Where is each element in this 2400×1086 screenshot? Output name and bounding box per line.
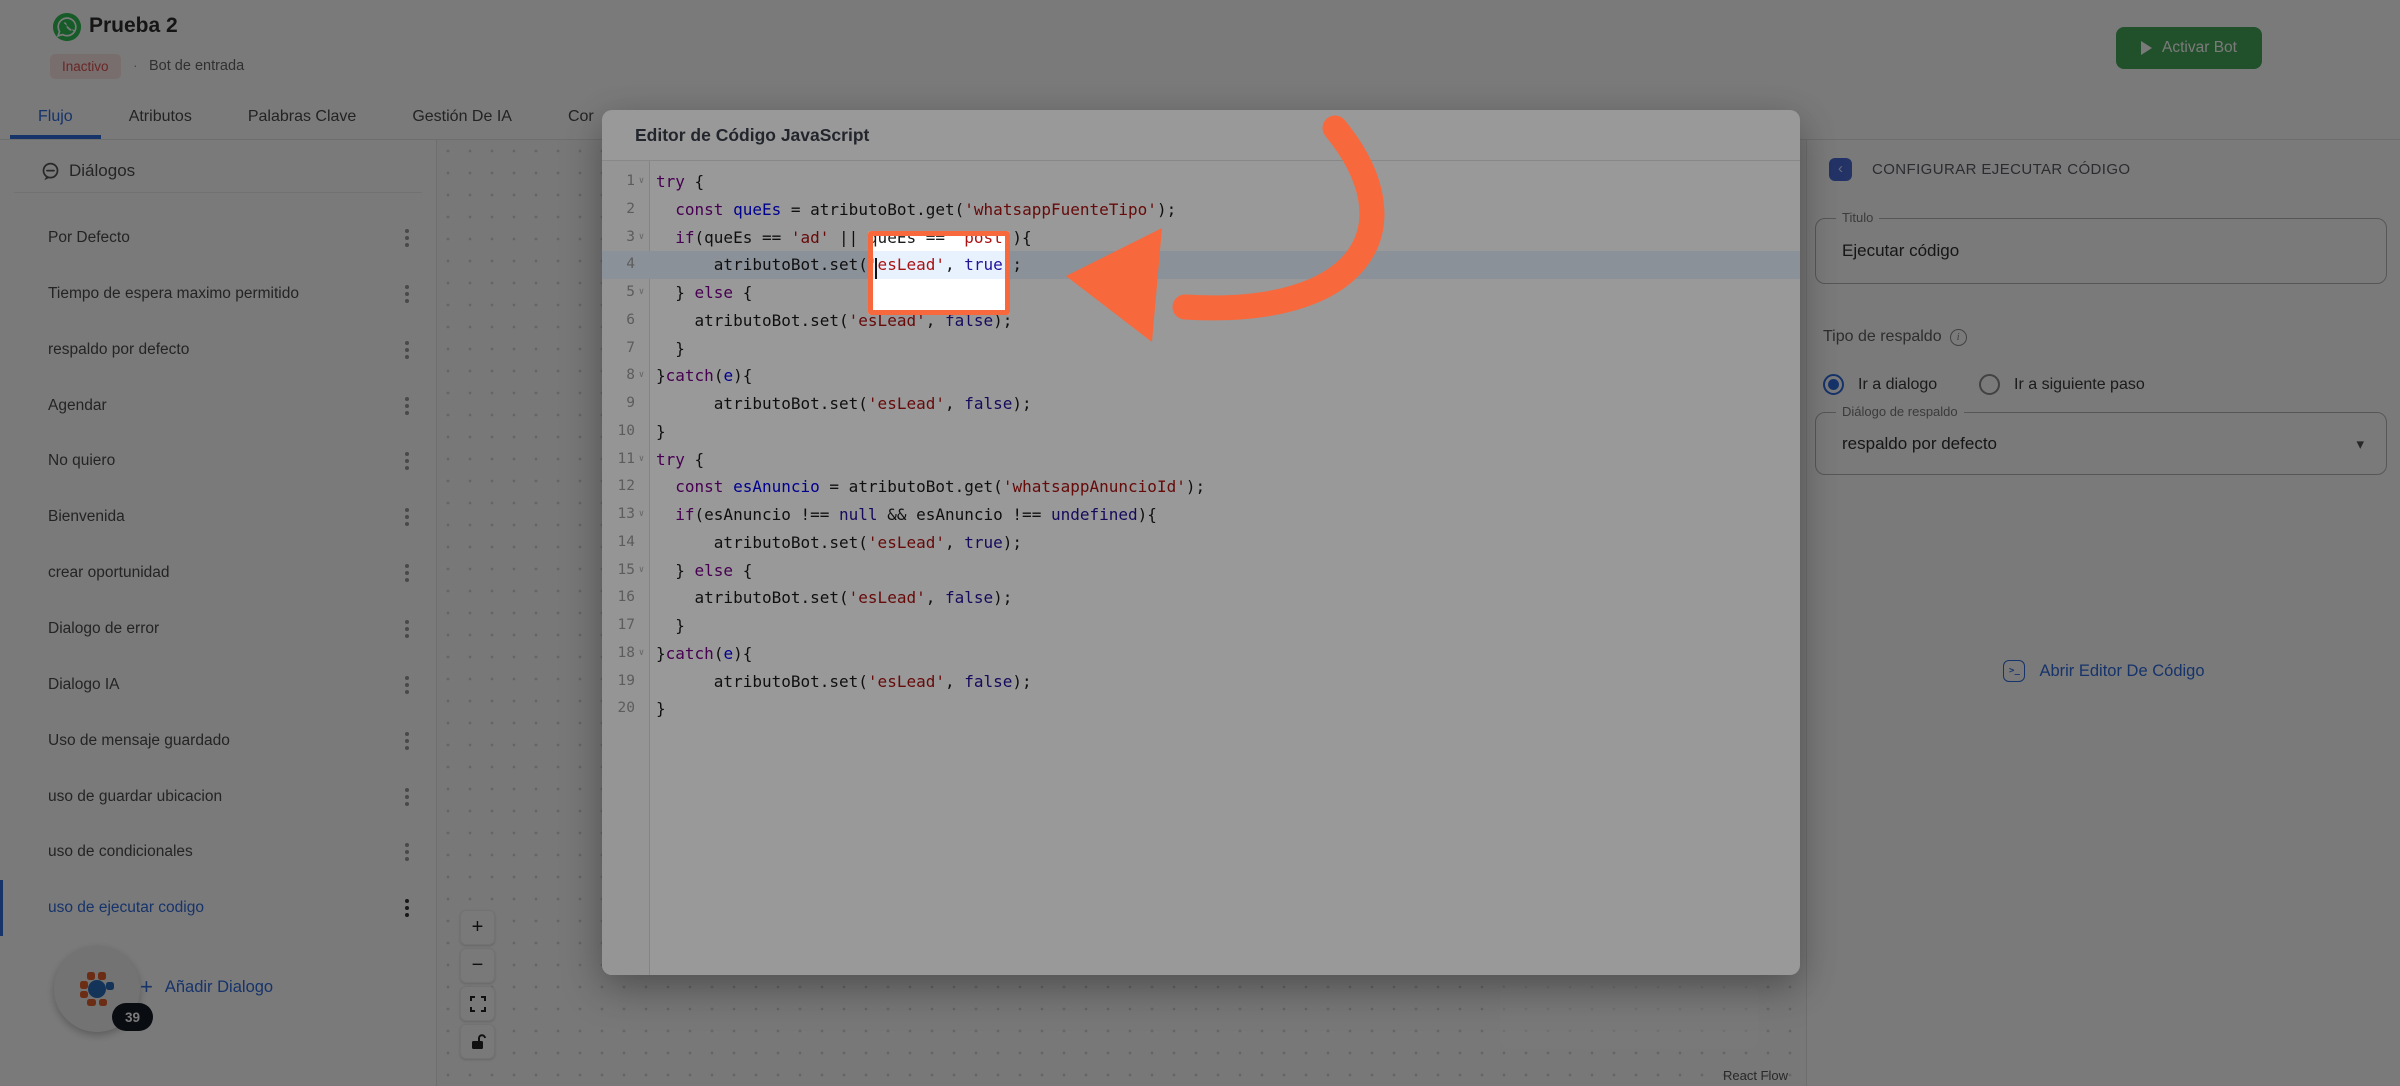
code-text: } else { [650,279,752,307]
line-number: 18∨ [602,640,650,668]
code-text: } else { [650,557,752,585]
line-number: 4 [602,251,650,279]
line-number: 19 [602,668,650,696]
fold-chevron-icon[interactable]: ∨ [636,224,647,252]
code-line-12[interactable]: 12 const esAnuncio = atributoBot.get('wh… [602,473,1800,501]
code-text: atributoBot.set('esLead', false); [650,584,1012,612]
line-number: 17 [602,612,650,640]
code-line-2[interactable]: 2 const queEs = atributoBot.get('whatsap… [602,196,1800,224]
code-text: const esAnuncio = atributoBot.get('whats… [650,473,1205,501]
fold-chevron-icon[interactable]: ∨ [636,446,647,474]
line-number: 5∨ [602,279,650,307]
code-text: if(esAnuncio !== null && esAnuncio !== u… [650,501,1157,529]
line-number: 16 [602,584,650,612]
code-text: } [650,335,685,363]
line-number: 11∨ [602,446,650,474]
code-line-9[interactable]: 9 atributoBot.set('esLead', false); [602,390,1800,418]
code-text: atributoBot.set('esLead', false); [650,390,1032,418]
code-text: try { [650,446,704,474]
line-number: 15∨ [602,557,650,585]
fold-chevron-icon[interactable]: ∨ [636,362,647,390]
code-line-18[interactable]: 18∨}catch(e){ [602,640,1800,668]
code-line-11[interactable]: 11∨try { [602,446,1800,474]
line-number: 13∨ [602,501,650,529]
code-text: atributoBot.set('esLead', false); [650,668,1032,696]
fold-chevron-icon[interactable]: ∨ [636,279,647,307]
code-text: } [650,418,666,446]
line-number: 9 [602,390,650,418]
code-text: const queEs = atributoBot.get('whatsappF… [650,196,1176,224]
code-editor[interactable]: 1∨try {2 const queEs = atributoBot.get('… [602,168,1800,723]
line-number: 6 [602,307,650,335]
code-line-19[interactable]: 19 atributoBot.set('esLead', false); [602,668,1800,696]
code-text: try { [650,168,704,196]
code-line-5[interactable]: 5∨ } else { [602,279,1800,307]
line-number: 20 [602,695,650,723]
code-line-16[interactable]: 16 atributoBot.set('esLead', false); [602,584,1800,612]
code-text: }catch(e){ [650,362,752,390]
line-number: 14 [602,529,650,557]
text-cursor [875,258,877,279]
code-editor-modal: Editor de Código JavaScript 1∨try {2 con… [602,110,1800,975]
code-line-20[interactable]: 20} [602,695,1800,723]
code-text: } [650,612,685,640]
code-line-1[interactable]: 1∨try { [602,168,1800,196]
code-line-6[interactable]: 6 atributoBot.set('esLead', false); [602,307,1800,335]
line-number: 12 [602,473,650,501]
code-text: atributoBot.set('esLead', true); [650,529,1022,557]
code-text: }catch(e){ [650,640,752,668]
modal-title: Editor de Código JavaScript [635,125,869,146]
line-number: 8∨ [602,362,650,390]
code-line-4[interactable]: 4 atributoBot.set('esLead', true); [602,251,1800,279]
code-line-14[interactable]: 14 atributoBot.set('esLead', true); [602,529,1800,557]
line-number: 1∨ [602,168,650,196]
fold-chevron-icon[interactable]: ∨ [636,168,647,196]
code-line-17[interactable]: 17 } [602,612,1800,640]
code-text: } [650,695,666,723]
fold-chevron-icon[interactable]: ∨ [636,557,647,585]
line-number: 2 [602,196,650,224]
line-number: 3∨ [602,224,650,252]
line-number: 7 [602,335,650,363]
code-line-3[interactable]: 3∨ if(queEs == 'ad' || queEs == 'post'){ [602,224,1800,252]
code-line-10[interactable]: 10} [602,418,1800,446]
code-line-15[interactable]: 15∨ } else { [602,557,1800,585]
code-line-7[interactable]: 7 } [602,335,1800,363]
tutorial-highlight-box [868,231,1010,315]
line-number: 10 [602,418,650,446]
fold-chevron-icon[interactable]: ∨ [636,501,647,529]
fold-chevron-icon[interactable]: ∨ [636,640,647,668]
modal-header: Editor de Código JavaScript [602,110,1800,161]
code-line-8[interactable]: 8∨}catch(e){ [602,362,1800,390]
code-line-13[interactable]: 13∨ if(esAnuncio !== null && esAnuncio !… [602,501,1800,529]
